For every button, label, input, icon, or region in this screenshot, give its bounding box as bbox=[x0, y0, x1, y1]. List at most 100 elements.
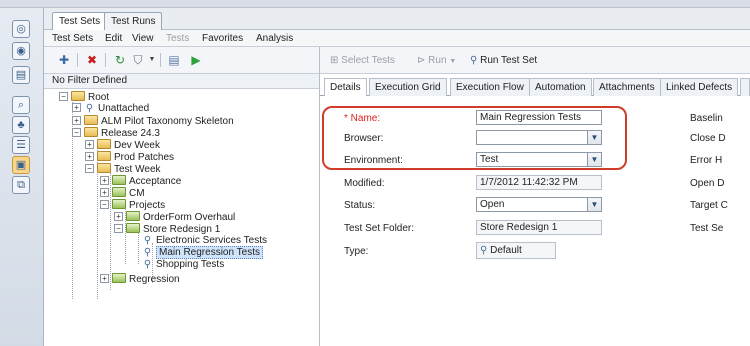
menu-analysis[interactable]: Analysis bbox=[256, 33, 293, 44]
detail-tabs: Details Execution Grid Execution Flow Au… bbox=[320, 76, 750, 97]
tree-item-root[interactable]: − Root bbox=[59, 91, 109, 103]
folder-icon bbox=[97, 151, 111, 161]
toolbar-separator bbox=[77, 53, 78, 67]
folder-field: Store Redesign 1 bbox=[476, 220, 602, 235]
tree-item-orderform[interactable]: + OrderForm Overhaul bbox=[114, 211, 235, 223]
modified-label: Modified: bbox=[344, 178, 385, 189]
folder-icon bbox=[97, 163, 111, 173]
module-tabs: Test Sets Test Runs bbox=[44, 8, 750, 30]
menu-view[interactable]: View bbox=[132, 33, 154, 44]
tab-test-runs[interactable]: Test Runs bbox=[104, 12, 163, 30]
tree-item-main-regression[interactable]: ⚲ Main Regression Tests bbox=[142, 246, 263, 259]
expand-icon[interactable]: + bbox=[85, 152, 94, 161]
test-plan-icon[interactable]: ♣ bbox=[12, 116, 30, 134]
refresh-icon[interactable]: ↻ bbox=[112, 52, 128, 68]
menu-edit[interactable]: Edit bbox=[105, 33, 122, 44]
left-nav-bar: ◎ ◉ ▤ ⌕ ♣ ☰ ▣ ⧉ bbox=[0, 8, 44, 346]
requirements-icon[interactable]: ▤ bbox=[12, 66, 30, 84]
expand-icon[interactable]: + bbox=[100, 274, 109, 283]
toolbar-separator bbox=[105, 53, 106, 67]
tree-item-dev-week[interactable]: + Dev Week bbox=[85, 139, 160, 151]
expand-icon[interactable]: + bbox=[100, 176, 109, 185]
menu-tests[interactable]: Tests bbox=[166, 33, 189, 44]
defects-icon[interactable]: ⧉ bbox=[12, 176, 30, 194]
tree-item-store-redesign[interactable]: − Store Redesign 1 bbox=[114, 223, 220, 235]
tab-test-sets[interactable]: Test Sets bbox=[52, 12, 108, 30]
test-set-icon: ⚲ bbox=[143, 259, 152, 270]
expand-icon[interactable]: + bbox=[85, 140, 94, 149]
tree-item-acceptance[interactable]: + Acceptance bbox=[100, 175, 181, 187]
test-set-icon: ⚲ bbox=[143, 235, 152, 246]
modified-field: 1/7/2012 11:42:32 PM bbox=[476, 175, 602, 190]
tree-item-projects[interactable]: − Projects bbox=[100, 199, 165, 211]
test-set-toolbar: ⊞ Select Tests ⊳ Run ▼ ⚲ Run Test Set bbox=[320, 47, 750, 74]
expand-icon[interactable]: + bbox=[72, 103, 81, 112]
test-folder-icon bbox=[112, 199, 126, 209]
chevron-down-icon[interactable]: ▼ bbox=[144, 52, 160, 68]
collapse-icon[interactable]: − bbox=[72, 128, 81, 137]
test-set-icon: ⚲ bbox=[85, 103, 94, 114]
status-dropdown[interactable]: Open ▼ bbox=[476, 197, 602, 212]
tab-automation[interactable]: Automation bbox=[529, 78, 592, 96]
dashboard-icon[interactable]: ◎ bbox=[12, 20, 30, 38]
open-date-label: Open D bbox=[690, 178, 725, 189]
tab-execution-flow[interactable]: Execution Flow bbox=[450, 78, 530, 96]
collapse-icon[interactable]: − bbox=[100, 200, 109, 209]
test-set-icon: ⚲ bbox=[143, 247, 152, 258]
collapse-icon[interactable]: − bbox=[85, 164, 94, 173]
window-top-strip bbox=[0, 0, 750, 8]
test-set-type-icon: ⚲ bbox=[480, 245, 488, 256]
run-button[interactable]: ⊳ Run ▼ bbox=[417, 55, 456, 66]
tab-linked-defects[interactable]: Linked Defects bbox=[660, 78, 739, 96]
test-folder-icon bbox=[112, 175, 126, 185]
tab-execution-grid[interactable]: Execution Grid bbox=[369, 78, 447, 96]
chevron-down-icon[interactable]: ▼ bbox=[587, 198, 601, 211]
collapse-icon[interactable]: − bbox=[114, 224, 123, 233]
collapse-icon[interactable]: − bbox=[59, 92, 68, 101]
expand-icon[interactable]: + bbox=[100, 188, 109, 197]
folder-icon bbox=[84, 127, 98, 137]
tree-item-cm[interactable]: + CM bbox=[100, 187, 145, 199]
test-folder-icon bbox=[126, 223, 140, 233]
tab-details[interactable]: Details bbox=[324, 78, 367, 97]
menu-favorites[interactable]: Favorites bbox=[202, 33, 243, 44]
tree-item-release[interactable]: − Release 24.3 bbox=[72, 127, 160, 139]
menu-test-sets[interactable]: Test Sets bbox=[52, 33, 93, 44]
management-icon[interactable]: ◉ bbox=[12, 42, 30, 60]
baseline-label: Baselin bbox=[690, 113, 723, 124]
toolbar-separator bbox=[160, 53, 161, 67]
target-cycle-label: Target C bbox=[690, 200, 728, 211]
tree-item-regression[interactable]: + Regression bbox=[100, 273, 180, 285]
run-arrow-icon: ⊳ bbox=[417, 55, 426, 66]
status-label: Status: bbox=[344, 200, 376, 211]
run-test-set-icon: ⚲ bbox=[470, 55, 478, 66]
tab-overflow[interactable] bbox=[740, 78, 750, 96]
test-set-id-label: Test Se bbox=[690, 223, 724, 234]
components-icon[interactable]: ⌕ bbox=[12, 96, 30, 114]
tree-item-unattached[interactable]: + ⚲ Unattached bbox=[72, 103, 149, 115]
expand-icon[interactable]: + bbox=[114, 212, 123, 221]
close-date-label: Close D bbox=[690, 133, 726, 144]
delete-icon[interactable]: ✖ bbox=[84, 52, 100, 68]
error-handling-label: Error H bbox=[690, 155, 723, 166]
test-lab-icon[interactable]: ▣ bbox=[12, 156, 30, 174]
run-icon[interactable]: ▶ bbox=[188, 52, 204, 68]
tree-toolbar: ✚ ✖ ↻ ⛉ ▼ ▤ ▶ bbox=[44, 47, 320, 74]
select-tests-button[interactable]: ⊞ Select Tests bbox=[330, 55, 395, 66]
folder-label: Test Set Folder: bbox=[344, 223, 415, 234]
tree-connector bbox=[138, 230, 139, 264]
expand-icon[interactable]: + bbox=[72, 116, 81, 125]
tree-item-prod-patches[interactable]: + Prod Patches bbox=[85, 151, 174, 163]
tree-item-shopping[interactable]: ⚲ Shopping Tests bbox=[142, 259, 224, 271]
tab-attachments[interactable]: Attachments bbox=[593, 78, 661, 96]
run-test-set-button[interactable]: ⚲ Run Test Set bbox=[470, 55, 537, 66]
details-icon[interactable]: ▤ bbox=[166, 52, 182, 68]
tree-item-alm-pilot[interactable]: + ALM Pilot Taxonomy Skeleton bbox=[72, 115, 234, 127]
test-resources-icon[interactable]: ☰ bbox=[12, 136, 30, 154]
test-folder-icon bbox=[126, 211, 140, 221]
tree-item-test-week[interactable]: − Test Week bbox=[85, 163, 161, 175]
test-folder-icon bbox=[112, 273, 126, 283]
new-test-set-icon[interactable]: ✚ bbox=[56, 52, 72, 68]
menu-bar: Test Sets Edit View Tests Favorites Anal… bbox=[44, 30, 750, 47]
folder-icon bbox=[71, 91, 85, 101]
